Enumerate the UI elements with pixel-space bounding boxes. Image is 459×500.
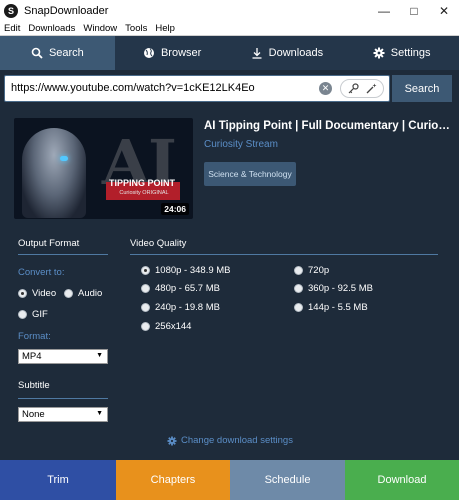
magic-wand-icon[interactable]	[366, 83, 377, 94]
search-row: https://www.youtube.com/watch?v=1cKE12LK…	[0, 70, 459, 106]
chevron-down-icon: ▼	[96, 410, 103, 417]
download-button[interactable]: Download	[345, 460, 459, 500]
quality-720p[interactable]: 720p	[294, 265, 329, 276]
output-format-heading: Output Format	[18, 238, 80, 249]
thumbnail-robot-eye	[60, 156, 68, 161]
tab-search[interactable]: Search	[0, 36, 115, 70]
radio-audio[interactable]: Audio	[64, 288, 102, 299]
quality-360p[interactable]: 360p - 92.5 MB	[294, 283, 373, 294]
thumbnail-title: TIPPING POINT	[108, 178, 175, 188]
app-icon: S	[4, 4, 18, 18]
chapters-button[interactable]: Chapters	[116, 460, 230, 500]
menu-tools[interactable]: Tools	[121, 23, 151, 35]
window-controls: — □ ✕	[369, 0, 459, 22]
thumbnail-robot	[22, 128, 86, 218]
url-input[interactable]: https://www.youtube.com/watch?v=1cKE12LK…	[4, 75, 390, 102]
quality-144p-indicator[interactable]	[294, 303, 303, 312]
output-format-divider	[18, 254, 108, 255]
quality-240p-indicator[interactable]	[141, 303, 150, 312]
clear-icon[interactable]: ✕	[319, 82, 332, 95]
main-panel: AI TIPPING POINT Curiosity ORIGINAL 24:0…	[0, 106, 459, 460]
menu-downloads[interactable]: Downloads	[24, 23, 79, 35]
format-label: Format:	[18, 331, 51, 342]
radio-video-indicator[interactable]	[18, 289, 27, 298]
window-title: SnapDownloader	[24, 5, 109, 17]
key-icon[interactable]	[348, 83, 359, 94]
tab-search-label: Search	[48, 47, 84, 59]
menu-edit[interactable]: Edit	[0, 23, 24, 35]
tab-downloads[interactable]: Downloads	[230, 36, 345, 70]
close-button[interactable]: ✕	[429, 0, 459, 22]
quality-480p-indicator[interactable]	[141, 284, 150, 293]
subtitle-heading: Subtitle	[18, 380, 50, 391]
gear-icon	[373, 47, 385, 59]
menu-bar: Edit Downloads Window Tools Help	[0, 22, 459, 36]
download-icon	[252, 48, 262, 59]
trim-button[interactable]: Trim	[0, 460, 116, 500]
video-channel[interactable]: Curiosity Stream	[204, 139, 278, 150]
quality-1080p[interactable]: 1080p - 348.9 MB	[141, 265, 231, 276]
url-input-value[interactable]: https://www.youtube.com/watch?v=1cKE12LK…	[11, 82, 255, 94]
search-button[interactable]: Search	[392, 75, 452, 102]
title-bar: S SnapDownloader — □ ✕	[0, 0, 459, 22]
subtitle-select-value: None	[22, 409, 45, 420]
globe-icon	[143, 48, 154, 58]
chevron-down-icon: ▼	[96, 352, 103, 359]
radio-gif-indicator[interactable]	[18, 310, 27, 319]
video-title: AI Tipping Point | Full Documentary | Cu…	[204, 120, 452, 132]
maximize-button[interactable]: □	[399, 0, 429, 22]
radio-gif-label: GIF	[32, 309, 48, 320]
quality-1080p-indicator[interactable]	[141, 266, 150, 275]
radio-audio-label: Audio	[78, 288, 103, 299]
change-download-settings-label: Change download settings	[181, 435, 293, 446]
quality-144p[interactable]: 144p - 5.5 MB	[294, 302, 368, 313]
video-quality-divider	[130, 254, 438, 255]
tab-downloads-label: Downloads	[268, 47, 324, 59]
search-icon	[31, 47, 43, 59]
tab-settings[interactable]: Settings	[344, 36, 459, 70]
radio-video-label: Video	[32, 288, 57, 299]
radio-video[interactable]: Video	[18, 288, 56, 299]
quality-240p[interactable]: 240p - 19.8 MB	[141, 302, 220, 313]
main-tabs: Search Browser Downloads Settings	[0, 36, 459, 70]
quality-360p-indicator[interactable]	[294, 284, 303, 293]
schedule-button[interactable]: Schedule	[230, 460, 345, 500]
video-quality-heading: Video Quality	[130, 238, 187, 249]
tab-settings-label: Settings	[390, 47, 431, 59]
category-tag: Science & Technology	[204, 162, 296, 186]
format-select-value: MP4	[22, 351, 42, 362]
quality-480p-label: 480p - 65.7 MB	[155, 283, 220, 294]
menu-help[interactable]: Help	[151, 23, 179, 35]
quality-240p-label: 240p - 19.8 MB	[155, 302, 220, 313]
change-download-settings-link[interactable]: Change download settings	[167, 435, 293, 446]
quality-360p-label: 360p - 92.5 MB	[308, 283, 373, 294]
quality-256x144[interactable]: 256x144	[141, 321, 191, 332]
quality-1080p-label: 1080p - 348.9 MB	[155, 265, 231, 276]
quality-256x144-indicator[interactable]	[141, 322, 150, 331]
format-select[interactable]: MP4 ▼	[18, 349, 108, 364]
convert-to-label: Convert to:	[18, 267, 65, 278]
menu-window[interactable]: Window	[79, 23, 121, 35]
tab-browser-label: Browser	[160, 47, 202, 59]
quality-480p[interactable]: 480p - 65.7 MB	[141, 283, 220, 294]
quality-144p-label: 144p - 5.5 MB	[308, 302, 368, 313]
bottom-action-bar: Trim Chapters Schedule Download	[0, 460, 459, 500]
quality-720p-indicator[interactable]	[294, 266, 303, 275]
subtitle-select[interactable]: None ▼	[18, 407, 108, 422]
tab-browser[interactable]: Browser	[115, 36, 230, 70]
video-thumbnail[interactable]: AI TIPPING POINT Curiosity ORIGINAL 24:0…	[14, 118, 193, 219]
quality-720p-label: 720p	[308, 265, 330, 276]
url-tools	[340, 79, 384, 98]
gear-icon	[167, 436, 177, 445]
subtitle-divider	[18, 398, 108, 399]
minimize-button[interactable]: —	[369, 0, 399, 22]
quality-256x144-label: 256x144	[155, 321, 192, 332]
video-duration: 24:06	[161, 203, 189, 215]
thumbnail-brand: Curiosity ORIGINAL	[119, 190, 169, 196]
radio-gif[interactable]: GIF	[18, 309, 48, 320]
radio-audio-indicator[interactable]	[64, 289, 73, 298]
